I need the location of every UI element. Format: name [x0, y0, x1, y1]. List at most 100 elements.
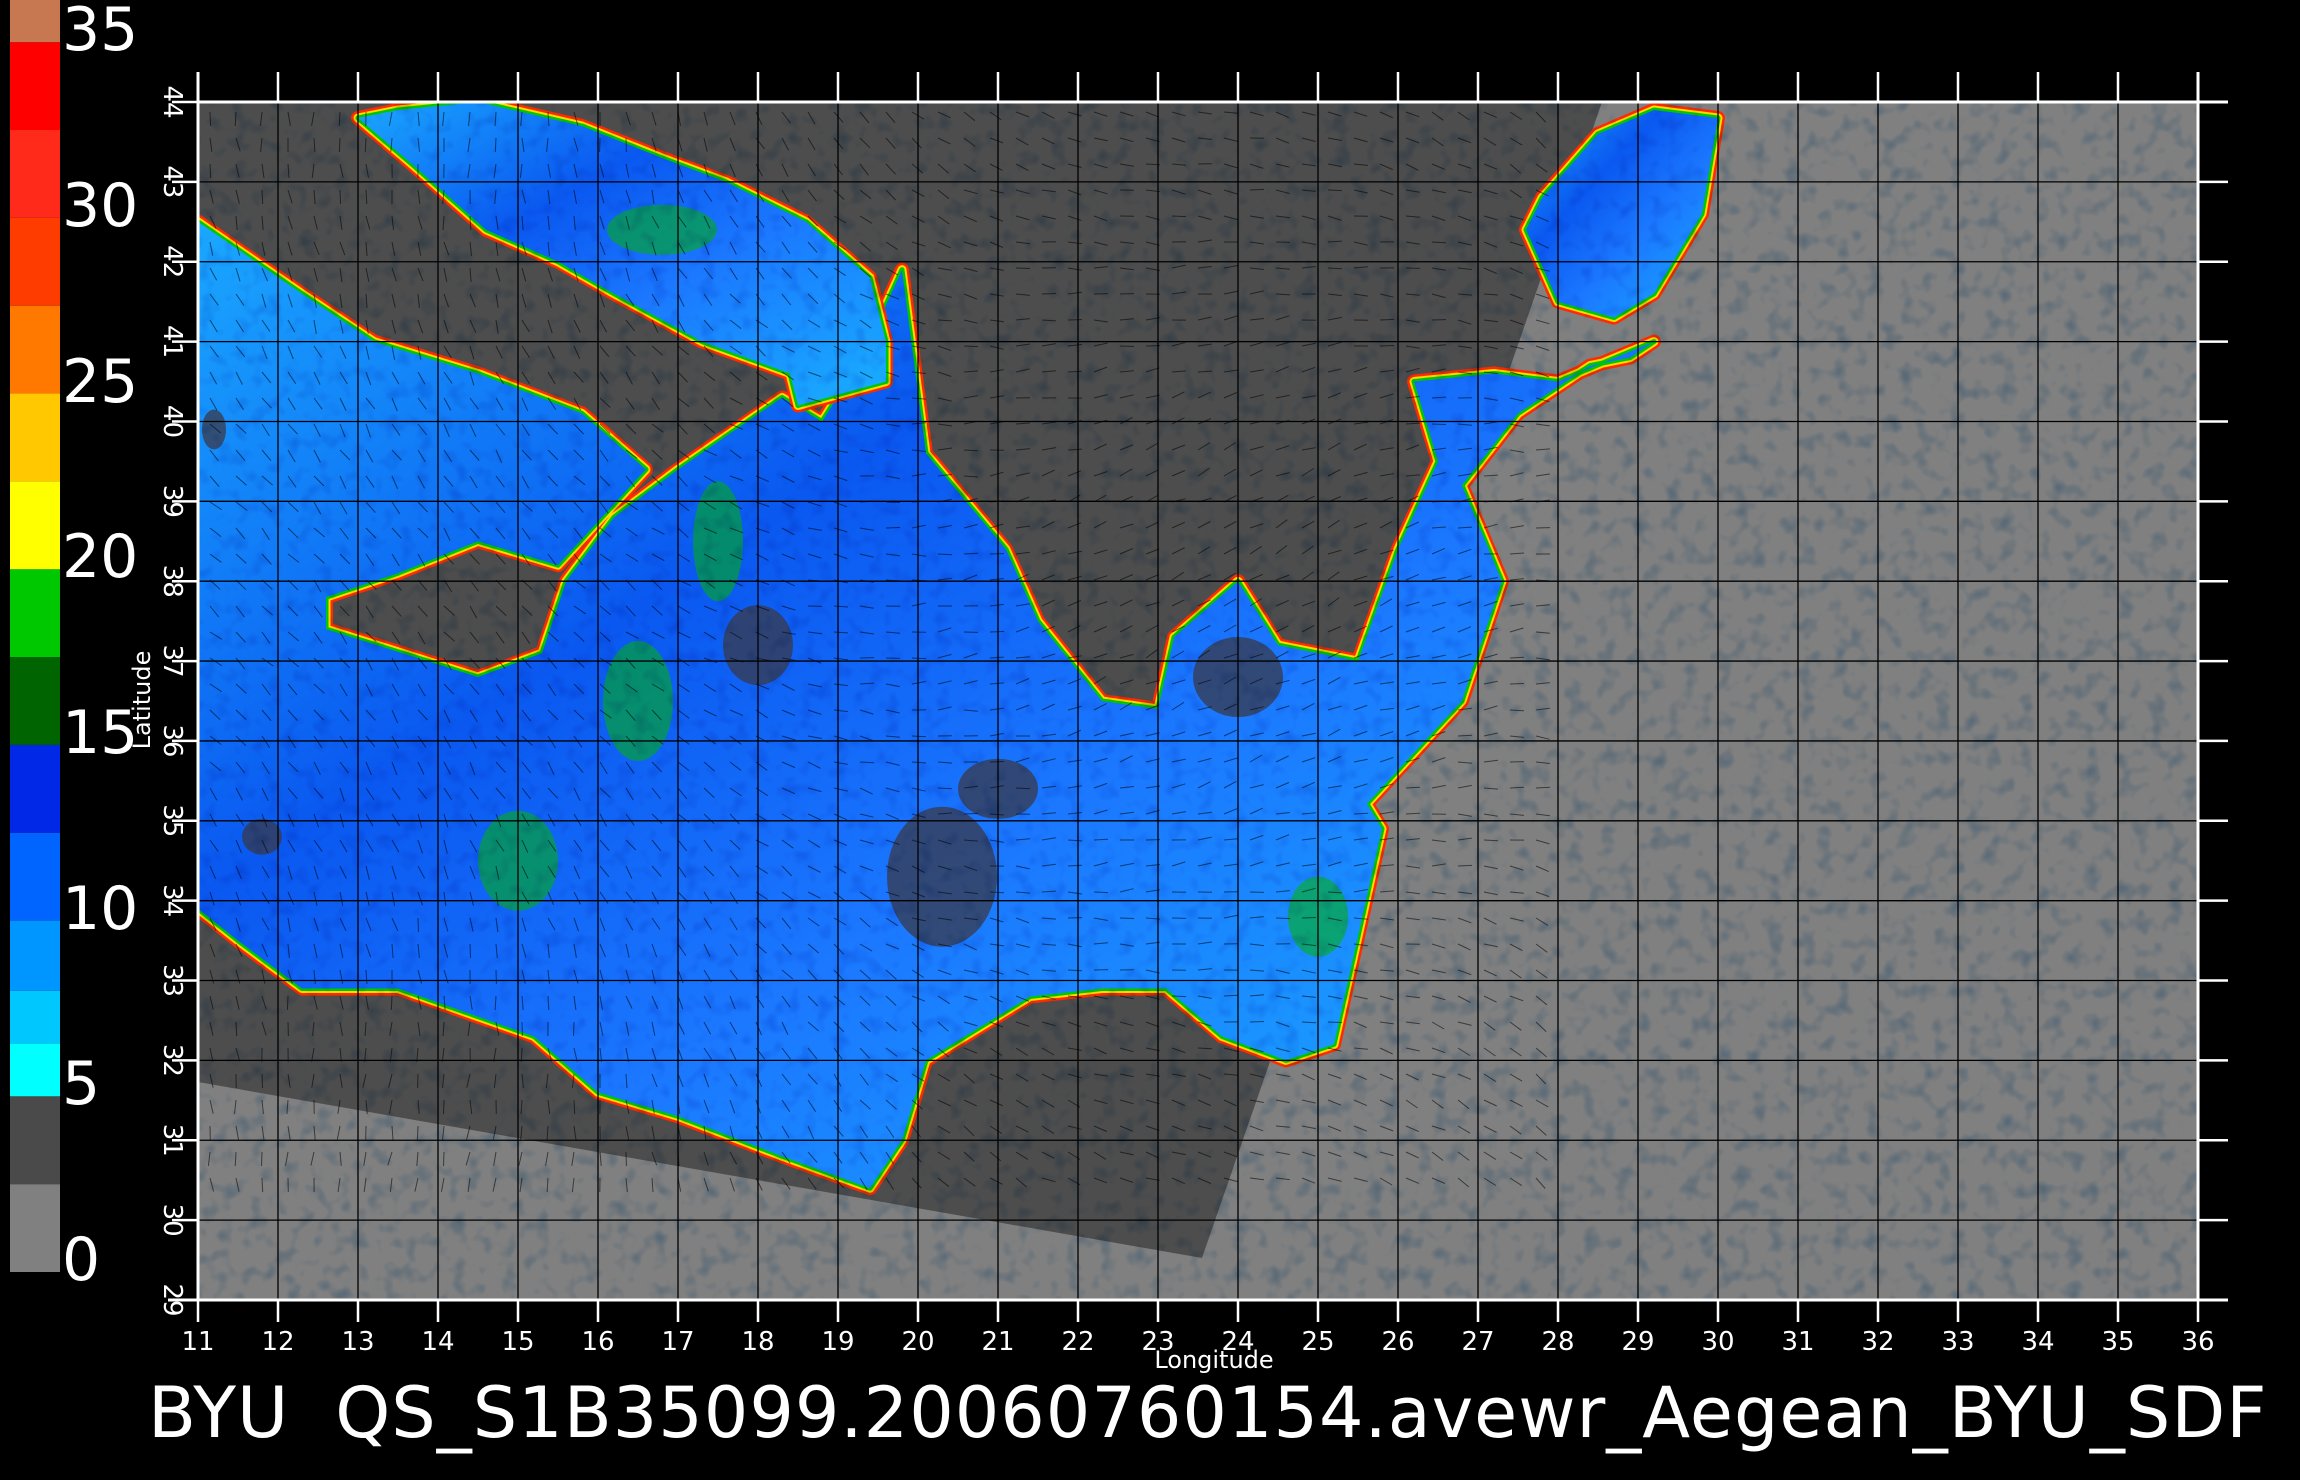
wind-vector [573, 1099, 576, 1115]
wind-vector [885, 527, 901, 529]
longitude-tick-label: 27 [1461, 1327, 1494, 1357]
wind-vector [261, 1177, 264, 1193]
colorbar-segment [10, 130, 60, 218]
colorbar-segment [10, 1043, 60, 1097]
wind-vector [1041, 293, 1057, 295]
latitude-tick-label: 41 [157, 325, 187, 358]
wind-vector [390, 995, 393, 1011]
longitude-tick-label: 32 [1861, 1327, 1894, 1357]
wind-vector [1275, 917, 1291, 920]
longitude-tick-label: 16 [581, 1327, 614, 1357]
latitude-tick-label: 29 [157, 1283, 187, 1316]
wind-vector [443, 1151, 445, 1167]
colorbar-segment [10, 1184, 60, 1272]
longitude-tick-label: 28 [1541, 1327, 1574, 1357]
longitude-tick-label: 26 [1381, 1327, 1414, 1357]
longitude-tick-label: 18 [741, 1327, 774, 1357]
wind-vector [1509, 683, 1525, 685]
wind-vector [963, 449, 979, 452]
wind-vector [1249, 188, 1265, 191]
colorbar-tick-label: 15 [62, 697, 139, 768]
wind-vector [338, 137, 341, 153]
wind-vector [1327, 189, 1343, 192]
longitude-tick-label: 34 [2021, 1327, 2054, 1357]
wind-vector [937, 553, 953, 556]
wind-vector [1379, 345, 1395, 347]
latitude-tick-label: 39 [157, 485, 187, 518]
wind-vector [937, 787, 953, 790]
longitude-tick-label: 17 [661, 1327, 694, 1357]
wind-vector [1301, 917, 1317, 919]
wind-vector [235, 1021, 238, 1037]
longitude-tick-label: 33 [1941, 1327, 1974, 1357]
colorbar-segment [10, 42, 60, 131]
colorbar-segment [10, 0, 60, 43]
wind-vector [1223, 994, 1239, 997]
colorbar-segment [10, 569, 60, 658]
wind-vector [963, 345, 979, 348]
longitude-tick-label: 25 [1301, 1327, 1334, 1357]
wind-vector [1379, 318, 1395, 321]
wind-speed-map: 11 12 13 14 15 16 17 18 19 20 21 22 23 24 25 26 27 28 29 30… [10, 0, 2228, 1374]
wind-vector [209, 111, 212, 127]
colorbar-tick-label: 10 [62, 873, 139, 944]
wind-vector [443, 1099, 445, 1115]
longitude-tick-label: 19 [821, 1327, 854, 1357]
colorbar [10, 0, 60, 1272]
wind-vector [1457, 864, 1473, 867]
wind-vector [573, 1021, 575, 1037]
longitude-tick-label: 15 [501, 1327, 534, 1357]
colorbar-segment [10, 305, 60, 394]
wind-vector [1119, 917, 1135, 919]
plot-area [198, 102, 2198, 1300]
latitude-tick-label: 33 [157, 964, 187, 997]
latitude-tick-label: 43 [157, 165, 187, 198]
wind-vector [963, 552, 979, 555]
wind-vector [261, 189, 264, 205]
wind-vector [469, 943, 471, 959]
wind-vector [494, 137, 497, 153]
x-axis-label: Longitude [1154, 1346, 1273, 1374]
wind-vector [339, 189, 342, 205]
wind-vector [885, 501, 901, 503]
latitude-tick-label: 34 [157, 884, 187, 917]
wind-vector [911, 657, 927, 660]
latitude-tick-label: 44 [157, 85, 187, 118]
wind-vector [859, 761, 875, 764]
wind-vector [1067, 370, 1083, 373]
wind-vector [989, 631, 1005, 633]
colorbar-segment [10, 481, 60, 570]
wind-vector [286, 995, 289, 1011]
longitude-tick-label: 14 [421, 1327, 454, 1357]
wind-vector [1015, 787, 1031, 790]
longitude-tick-label: 35 [2101, 1327, 2134, 1357]
wind-vector [209, 163, 212, 179]
colorbar-segment [10, 657, 60, 745]
wind-vector [1301, 1021, 1317, 1024]
wind-vector [416, 1125, 419, 1141]
longitude-tick-label: 20 [901, 1327, 934, 1357]
colorbar-segment [10, 832, 60, 921]
colorbar-tick-label: 25 [62, 346, 139, 417]
wind-vector [417, 917, 419, 933]
wind-vector [364, 137, 367, 153]
latitude-tick-label: 37 [157, 645, 187, 678]
latitude-tick-label: 40 [157, 405, 187, 438]
wind-vector [1405, 786, 1421, 789]
longitude-tick-label: 13 [341, 1327, 374, 1357]
wind-vector [1171, 215, 1187, 218]
colorbar-segment [10, 393, 60, 482]
colorbar-tick-label: 30 [62, 170, 139, 241]
longitude-tick-label: 12 [261, 1327, 294, 1357]
colorbar-segment [10, 217, 60, 306]
wind-vector [989, 761, 1005, 763]
wind-vector [1119, 345, 1135, 347]
longitude-tick-label: 21 [981, 1327, 1014, 1357]
latitude-tick-labels: 29 30 31 32 33 34 35 36 37 38 39 40 41 42 43 44 [157, 85, 187, 1316]
wind-vector [1171, 995, 1187, 998]
wind-vector [1093, 891, 1109, 894]
latitude-tick-label: 38 [157, 565, 187, 598]
colorbar-tick-label: 5 [62, 1049, 101, 1120]
latitude-tick-label: 42 [157, 245, 187, 278]
longitude-tick-label: 22 [1061, 1327, 1094, 1357]
